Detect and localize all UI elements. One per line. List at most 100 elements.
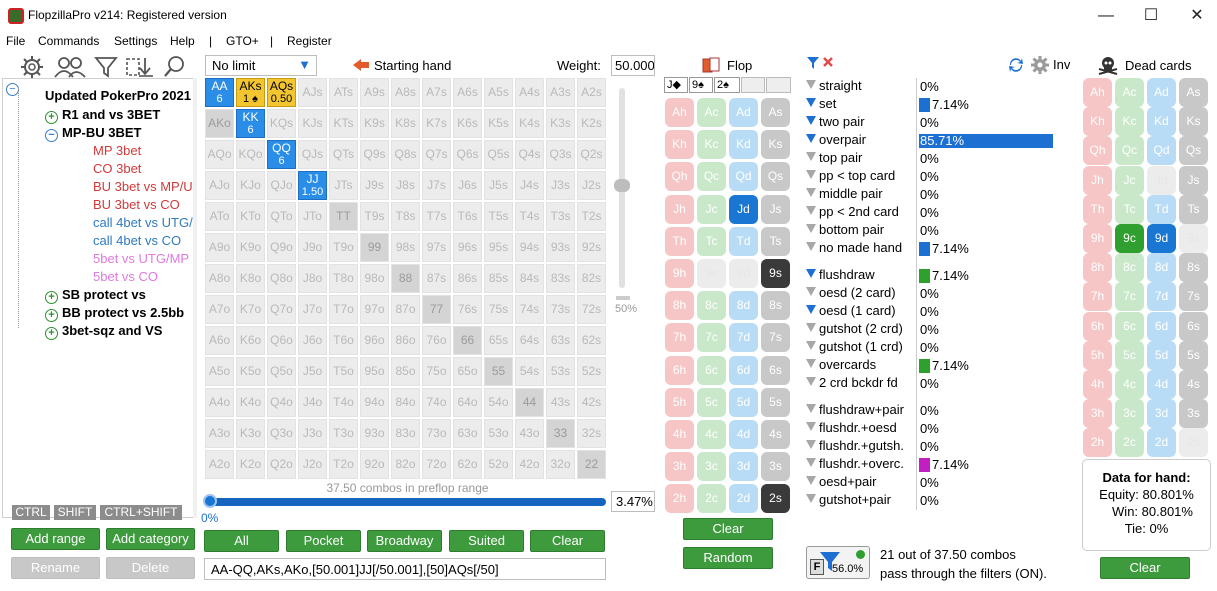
card-3c[interactable]: 3c [1115, 399, 1144, 429]
hand-cell[interactable]: T5s [484, 202, 513, 231]
card-Kd[interactable]: Kd [729, 130, 758, 160]
hand-cell[interactable]: Q6o [267, 326, 296, 355]
menu-gto[interactable]: GTO+ [226, 34, 259, 48]
hand-cell[interactable]: 32s [577, 419, 606, 448]
filter-row[interactable]: two pair 0% [806, 114, 1066, 132]
filter-row[interactable]: gutshot (2 crd) 0% [806, 321, 1066, 339]
hand-cell[interactable]: K6s [453, 109, 482, 138]
filter-row[interactable]: gutshot (1 crd) 0% [806, 339, 1066, 357]
card-Td[interactable]: Td [1147, 194, 1176, 224]
card-3d[interactable]: 3d [729, 452, 758, 482]
card-8d[interactable]: 8d [1147, 253, 1176, 283]
hand-cell[interactable]: K3s [546, 109, 575, 138]
clear-flop-button[interactable]: Clear [683, 518, 773, 540]
hand-cell[interactable]: QTs [329, 140, 358, 169]
hand-cell[interactable]: Q8s [391, 140, 420, 169]
pocket-button[interactable]: Pocket [286, 530, 361, 552]
hand-cell[interactable]: 72s [577, 295, 606, 324]
filter-row[interactable]: oesd (2 card) 0% [806, 285, 1066, 303]
hand-cell[interactable]: 82o [391, 450, 420, 479]
hand-cell[interactable]: Q4s [515, 140, 544, 169]
card-Ah[interactable]: Ah [665, 98, 694, 127]
filter-funnel-icon[interactable] [806, 206, 816, 215]
card-3s[interactable]: 3s [761, 452, 790, 482]
hand-cell[interactable]: K8o [236, 264, 265, 293]
hand-cell[interactable]: 53o [484, 419, 513, 448]
hand-cell[interactable]: QQ 6 [267, 140, 296, 169]
hand-cell[interactable]: 97s [422, 233, 451, 262]
hand-cell[interactable]: QJs [298, 140, 327, 169]
clear-range-button[interactable]: Clear [530, 530, 605, 552]
hand-cell[interactable]: J9o [298, 233, 327, 262]
card-Kh[interactable]: Kh [665, 130, 694, 160]
hand-cell[interactable]: T9s [360, 202, 389, 231]
card-2c[interactable]: 2c [697, 484, 726, 514]
hand-cell[interactable]: AJs [298, 78, 327, 107]
card-7s[interactable]: 7s [1179, 282, 1208, 312]
minimize-button[interactable]: — [1096, 6, 1116, 26]
filter-icon[interactable] [94, 55, 118, 79]
card-Kc[interactable]: Kc [1115, 107, 1144, 137]
card-4d[interactable]: 4d [1147, 370, 1176, 399]
filter-funnel-icon[interactable] [806, 287, 816, 296]
hand-cell[interactable]: J2s [577, 171, 606, 200]
close-button[interactable]: ✕ [1187, 6, 1207, 26]
filter-row[interactable]: flushdr.+oesd 0% [806, 420, 1066, 438]
card-Kh[interactable]: Kh [1083, 107, 1112, 137]
card-6s[interactable]: 6s [761, 355, 790, 385]
hand-cell[interactable]: TT [329, 202, 358, 231]
hand-cell[interactable]: T6s [453, 202, 482, 231]
hand-cell[interactable]: A5s [484, 78, 513, 107]
hand-cell[interactable]: J6s [453, 171, 482, 200]
collapse-icon[interactable]: − [45, 129, 58, 142]
filter-funnel-icon[interactable] [806, 476, 816, 485]
hand-cell[interactable]: T6o [329, 326, 358, 355]
hand-cell[interactable]: 94s [515, 233, 544, 262]
range-slider-track[interactable] [206, 498, 606, 506]
card-Ac[interactable]: Ac [1115, 78, 1144, 107]
hand-cell[interactable]: 73s [546, 295, 575, 324]
card-Qs[interactable]: Qs [1179, 136, 1208, 166]
filter-on-icon[interactable] [806, 56, 820, 70]
card-9c[interactable]: 9c [697, 259, 726, 288]
filter-row[interactable]: flushdraw 7.14% [806, 267, 1066, 285]
hand-cell[interactable]: AKs 1 ♠ [236, 78, 265, 107]
hand-cell[interactable]: K3o [236, 419, 265, 448]
suited-button[interactable]: Suited [449, 530, 524, 552]
expand-icon[interactable]: + [45, 309, 58, 322]
hand-cell[interactable]: K2s [577, 109, 606, 138]
card-Ac[interactable]: Ac [697, 98, 726, 127]
hand-cell[interactable]: A9s [360, 78, 389, 107]
card-9c[interactable]: 9c [1115, 224, 1144, 253]
filter-row[interactable]: straight 0% [806, 78, 1066, 96]
card-Jh[interactable]: Jh [665, 194, 694, 224]
tree-item[interactable]: 5bet vs UTG/MP [93, 251, 189, 266]
hand-cell[interactable]: 93s [546, 233, 575, 262]
hand-cell[interactable]: A4o [205, 388, 234, 417]
hand-cell[interactable]: Q5s [484, 140, 513, 169]
menu-register[interactable]: Register [287, 34, 332, 48]
hand-cell[interactable]: 94o [360, 388, 389, 417]
rename-button[interactable]: Rename [11, 557, 100, 579]
hand-cell[interactable]: 52o [484, 450, 513, 479]
hand-cell[interactable]: J6o [298, 326, 327, 355]
filter-funnel-icon[interactable] [806, 188, 816, 197]
card-4h[interactable]: 4h [1083, 370, 1112, 399]
card-9s[interactable]: 9s [761, 259, 790, 288]
hand-cell[interactable]: A5o [205, 357, 234, 386]
card-7h[interactable]: 7h [665, 323, 694, 353]
weight-slider-thumb[interactable] [614, 179, 630, 192]
weight-input[interactable]: 50.000 [611, 55, 655, 76]
filter-funnel-icon[interactable] [806, 80, 816, 89]
filter-funnel-icon[interactable] [806, 458, 816, 467]
card-3h[interactable]: 3h [665, 452, 694, 482]
filter-row[interactable]: 2 crd bckdr fd 0% [806, 375, 1066, 393]
hand-cell[interactable]: J5o [298, 357, 327, 386]
hand-cell[interactable]: KK 6 [236, 109, 265, 138]
hand-cell[interactable]: Q4o [267, 388, 296, 417]
hand-cell[interactable]: 54s [515, 357, 544, 386]
hand-cell[interactable]: A3s [546, 78, 575, 107]
hand-cell[interactable]: KJo [236, 171, 265, 200]
hand-cell[interactable]: AKo [205, 109, 234, 138]
card-As[interactable]: As [1179, 78, 1208, 107]
